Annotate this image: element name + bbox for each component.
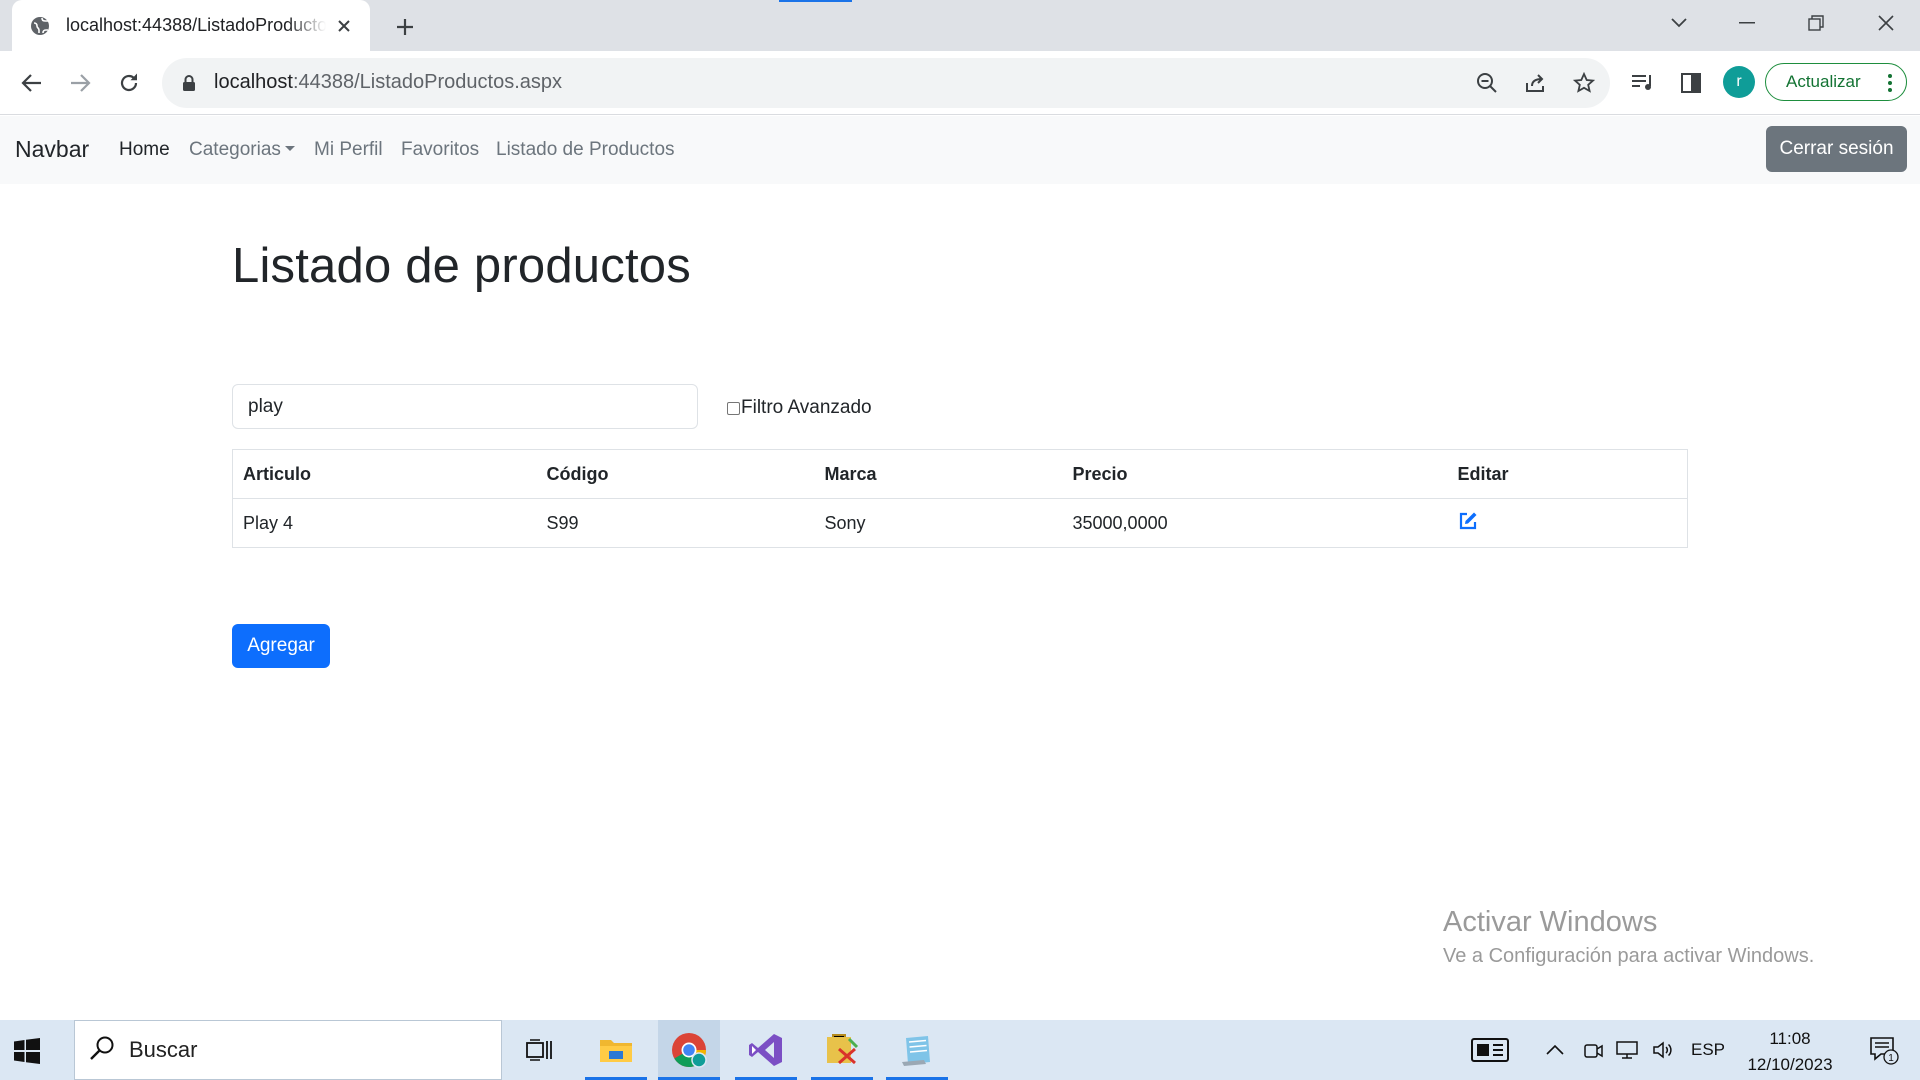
network-icon[interactable] — [1612, 1020, 1642, 1080]
share-icon[interactable] — [1523, 70, 1549, 96]
tab-loading-indicator — [779, 0, 852, 2]
cell-editar — [1447, 498, 1688, 548]
url-path: :44388/ListadoProductos.aspx — [292, 71, 563, 93]
visual-studio-icon[interactable] — [735, 1020, 797, 1080]
checkbox-box[interactable] — [727, 401, 740, 415]
url-host: localhost — [214, 71, 293, 93]
globe-icon — [30, 16, 50, 36]
file-explorer-icon[interactable] — [585, 1020, 647, 1080]
edit-icon[interactable] — [1458, 511, 1478, 536]
show-hidden-icons-chevron-icon[interactable] — [1542, 1020, 1568, 1080]
nav-link-categorias[interactable]: Categorias — [189, 139, 295, 161]
browser-toolbar: localhost:44388/ListadoProductos.aspx — [0, 51, 1920, 115]
column-header-marca: Marca — [814, 449, 1063, 499]
bookmark-star-icon[interactable] — [1571, 70, 1597, 96]
dropdown-caret-icon — [284, 145, 295, 151]
notification-count: 1 — [1888, 1053, 1894, 1064]
column-header-precio: Precio — [1062, 449, 1448, 499]
close-window-icon[interactable] — [1866, 8, 1906, 38]
page-title: Listado de productos — [232, 239, 691, 293]
task-view-icon[interactable] — [508, 1020, 570, 1080]
action-center-icon[interactable]: 1 — [1862, 1020, 1906, 1080]
browser-tabstrip: localhost:44388/ListadoProductos.aspx — [0, 0, 1920, 51]
reload-icon[interactable] — [113, 67, 145, 99]
navbar-brand[interactable]: Navbar — [15, 136, 89, 163]
site-navbar: Navbar Home Categorias Mi Perfil Favorit… — [0, 116, 1920, 184]
table-row: Play 4 S99 Sony 35000,0000 — [232, 498, 1688, 548]
nav-link-home[interactable]: Home — [119, 139, 170, 161]
nav-link-mi-perfil[interactable]: Mi Perfil — [314, 139, 383, 161]
windows-taskbar: Buscar ESP 11:08 12/10/2023 1 — [0, 1020, 1920, 1080]
profile-avatar[interactable]: r — [1723, 66, 1755, 98]
update-button[interactable]: Actualizar — [1765, 63, 1907, 101]
tab-search-chevron-icon[interactable] — [1659, 8, 1699, 38]
volume-icon[interactable] — [1650, 1020, 1678, 1080]
nav-link-categorias-label: Categorias — [189, 139, 281, 160]
search-icon — [89, 1035, 115, 1066]
search-input[interactable] — [232, 384, 698, 429]
restore-icon[interactable] — [1796, 8, 1836, 38]
cell-codigo: S99 — [536, 498, 815, 548]
news-widget-icon[interactable] — [1468, 1020, 1512, 1080]
clock-time: 11:08 — [1769, 1029, 1811, 1048]
meet-now-icon[interactable] — [1580, 1020, 1606, 1080]
forward-arrow-icon[interactable] — [64, 67, 96, 99]
column-header-articulo: Articulo — [232, 449, 537, 499]
table-header-row: Articulo Código Marca Precio Editar — [232, 449, 1688, 499]
language-indicator[interactable]: ESP — [1686, 1020, 1730, 1080]
logout-button[interactable]: Cerrar sesión — [1766, 126, 1907, 172]
cell-precio: 35000,0000 — [1062, 498, 1448, 548]
watermark-title: Activar Windows — [1443, 906, 1658, 938]
url-text[interactable]: localhost:44388/ListadoProductos.aspx — [214, 71, 562, 94]
tab-title: localhost:44388/ListadoProductos.aspx — [66, 15, 326, 35]
update-label: Actualizar — [1786, 72, 1861, 91]
notepad-icon[interactable] — [886, 1020, 948, 1080]
cell-marca: Sony — [814, 498, 1063, 548]
side-panel-icon[interactable] — [1675, 67, 1707, 99]
advanced-filter-label: Filtro Avanzado — [741, 397, 872, 418]
sql-tools-icon[interactable] — [811, 1020, 873, 1080]
nav-link-favoritos[interactable]: Favoritos — [401, 139, 479, 161]
more-menu-icon[interactable] — [1888, 73, 1892, 98]
taskbar-search-placeholder: Buscar — [129, 1037, 198, 1062]
minimize-icon[interactable] — [1727, 8, 1767, 38]
clock-date: 12/10/2023 — [1747, 1055, 1833, 1074]
watermark-subtitle: Ve a Configuración para activar Windows. — [1443, 945, 1815, 967]
nav-link-listado[interactable]: Listado de Productos — [496, 139, 675, 161]
windows-start-icon[interactable] — [14, 1038, 40, 1069]
zoom-out-icon[interactable] — [1474, 70, 1500, 96]
windows-activation-watermark: Activar Windows Ve a Configuración para … — [1443, 906, 1814, 968]
chrome-taskbar-icon[interactable] — [658, 1020, 720, 1080]
products-table: Articulo Código Marca Precio Editar Play… — [232, 449, 1688, 548]
back-arrow-icon[interactable] — [16, 67, 48, 99]
add-button[interactable]: Agregar — [232, 624, 330, 668]
lock-icon[interactable] — [182, 74, 196, 97]
column-header-editar: Editar — [1447, 449, 1688, 499]
address-bar[interactable]: localhost:44388/ListadoProductos.aspx — [162, 58, 1610, 108]
taskbar-clock[interactable]: 11:08 12/10/2023 — [1735, 1026, 1845, 1078]
advanced-filter-checkbox[interactable]: Filtro Avanzado — [727, 397, 872, 419]
taskbar-search-box[interactable]: Buscar — [74, 1020, 502, 1080]
new-tab-button[interactable] — [390, 12, 420, 42]
column-header-codigo: Código — [536, 449, 815, 499]
browser-tab-active[interactable]: localhost:44388/ListadoProductos.aspx — [12, 0, 370, 51]
close-tab-icon[interactable] — [332, 14, 356, 38]
media-queue-icon[interactable] — [1627, 67, 1659, 99]
cell-articulo: Play 4 — [232, 498, 537, 548]
